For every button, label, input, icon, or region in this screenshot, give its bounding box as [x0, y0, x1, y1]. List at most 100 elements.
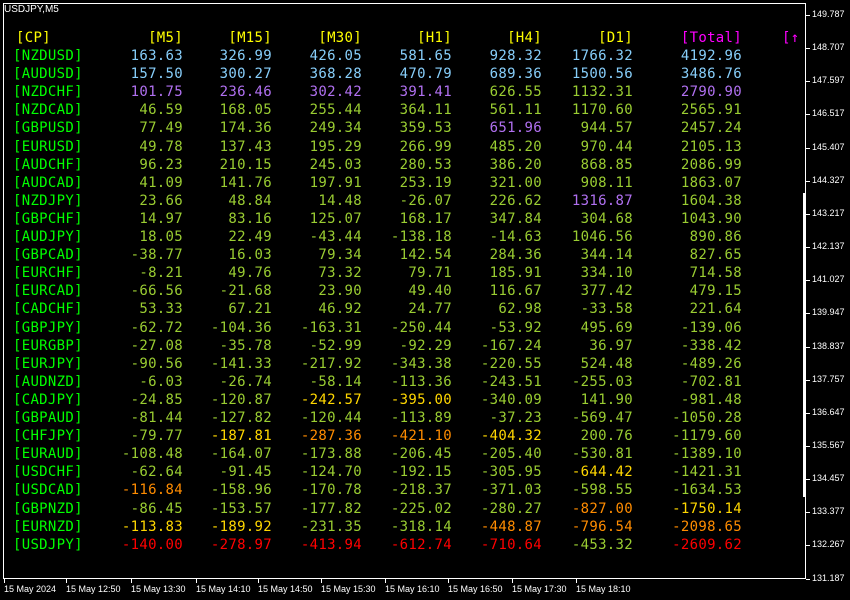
value-m30: -173.88 — [300, 446, 362, 463]
value-m15: -91.45 — [219, 464, 272, 481]
value-total: -1179.60 — [672, 428, 742, 445]
time-label: 15 May 17:30 — [512, 584, 567, 594]
value-h1: 266.99 — [399, 138, 452, 155]
value-d1: -598.55 — [571, 482, 633, 499]
value-m30: 368.28 — [309, 66, 362, 83]
value-m5: -86.45 — [130, 500, 183, 517]
price-label: 145.407 — [812, 141, 845, 152]
time-tick — [385, 579, 386, 583]
price-tick — [806, 114, 810, 116]
price-label: 139.947 — [812, 307, 845, 318]
value-m5: 23.66 — [139, 192, 183, 209]
price-label: 146.517 — [812, 108, 845, 119]
value-total: -1634.53 — [672, 482, 742, 499]
pair-label: [EURUSD] — [13, 138, 83, 155]
value-h1: 49.40 — [408, 283, 452, 300]
value-d1: 304.68 — [580, 210, 633, 227]
price-tick — [806, 147, 810, 149]
value-m30: -163.31 — [300, 319, 362, 336]
value-m15: 210.15 — [219, 156, 272, 173]
time-label: 15 May 16:10 — [385, 584, 440, 594]
value-m5: -108.48 — [121, 446, 183, 463]
price-label: 148.707 — [812, 42, 845, 53]
price-tick — [806, 280, 810, 282]
value-d1: 524.48 — [580, 355, 633, 372]
price-label: 134.457 — [812, 473, 845, 484]
pair-label: [NZDCHF] — [13, 84, 83, 101]
value-m15: 168.05 — [219, 102, 272, 119]
value-total: -702.81 — [680, 373, 742, 390]
value-m15: 326.99 — [219, 48, 272, 64]
value-d1: 908.11 — [580, 174, 633, 191]
price-label: 132.267 — [812, 539, 845, 550]
value-m15: 300.27 — [219, 66, 272, 83]
time-label: 15 May 14:50 — [258, 584, 313, 594]
value-d1: 944.57 — [580, 120, 633, 137]
header-m5: [M5] — [148, 30, 183, 46]
value-total: 714.58 — [689, 265, 742, 282]
price-label: 136.647 — [812, 406, 845, 417]
time-tick — [258, 579, 259, 583]
value-h4: 386.20 — [489, 156, 542, 173]
value-m5: 18.05 — [139, 229, 183, 245]
value-m15: 137.43 — [219, 138, 272, 155]
value-m30: -52.99 — [309, 337, 362, 354]
header-cp: [CP] — [16, 30, 51, 46]
pair-label: [CADCHF] — [13, 301, 83, 318]
value-total: 221.64 — [689, 301, 742, 318]
value-h1: 253.19 — [399, 174, 452, 191]
time-label: 15 May 13:30 — [131, 584, 186, 594]
value-d1: 344.14 — [580, 247, 633, 264]
value-m30: 73.32 — [318, 265, 362, 282]
pair-label: [AUDUSD] — [13, 66, 83, 83]
price-tick — [806, 15, 810, 16]
price-tick — [806, 81, 810, 83]
value-h4: 347.84 — [489, 210, 542, 227]
time-label: 15 May 16:50 — [448, 584, 503, 594]
value-d1: 377.42 — [580, 283, 633, 300]
value-total: 827.65 — [689, 247, 742, 264]
pair-label: [CHFJPY] — [13, 428, 83, 445]
value-h1: 24.77 — [408, 301, 452, 318]
time-label: 15 May 2024 — [4, 584, 57, 594]
value-m30: -242.57 — [300, 391, 362, 408]
value-total: -981.48 — [680, 391, 742, 408]
value-m30: 426.05 — [309, 48, 362, 64]
pair-label: [EURAUD] — [13, 446, 83, 463]
value-h4: 651.96 — [489, 120, 542, 137]
value-d1: 495.69 — [580, 319, 633, 336]
value-h4: -280.27 — [480, 500, 542, 517]
price-label: 133.377 — [812, 506, 845, 517]
value-m5: 49.78 — [139, 138, 183, 155]
price-tick — [806, 247, 810, 249]
header-h4: [H4] — [507, 30, 542, 46]
price-tick — [806, 412, 810, 414]
value-h4: -37.23 — [489, 410, 542, 426]
value-m5: -113.83 — [121, 518, 183, 535]
value-m15: 141.76 — [219, 174, 272, 191]
value-h4: -371.03 — [480, 482, 542, 499]
value-h4: 485.20 — [489, 138, 542, 155]
pair-label: [EURGBP] — [13, 337, 83, 354]
value-m15: 83.16 — [228, 210, 272, 227]
value-h4: 185.91 — [489, 265, 542, 282]
value-h4: -404.32 — [480, 428, 542, 445]
value-m15: 49.76 — [228, 265, 272, 282]
value-m15: -164.07 — [210, 446, 272, 463]
value-h4: -220.55 — [480, 355, 542, 372]
time-label: 15 May 15:30 — [321, 584, 376, 594]
value-h4: -205.40 — [480, 446, 542, 463]
value-h1: -318.14 — [390, 518, 452, 535]
value-m15: 67.21 — [228, 301, 272, 318]
value-m30: -58.14 — [309, 373, 362, 390]
value-d1: -569.47 — [571, 410, 633, 426]
value-h1: 359.53 — [399, 120, 452, 137]
value-m30: 23.90 — [318, 283, 362, 300]
value-total: -1050.28 — [672, 410, 742, 426]
value-h4: -340.09 — [480, 391, 542, 408]
value-d1: -796.54 — [571, 518, 633, 535]
value-d1: -644.42 — [571, 464, 633, 481]
price-label: 149.787 — [812, 9, 845, 19]
value-m30: -124.70 — [300, 464, 362, 481]
chart-scroll-marker[interactable] — [803, 193, 805, 497]
